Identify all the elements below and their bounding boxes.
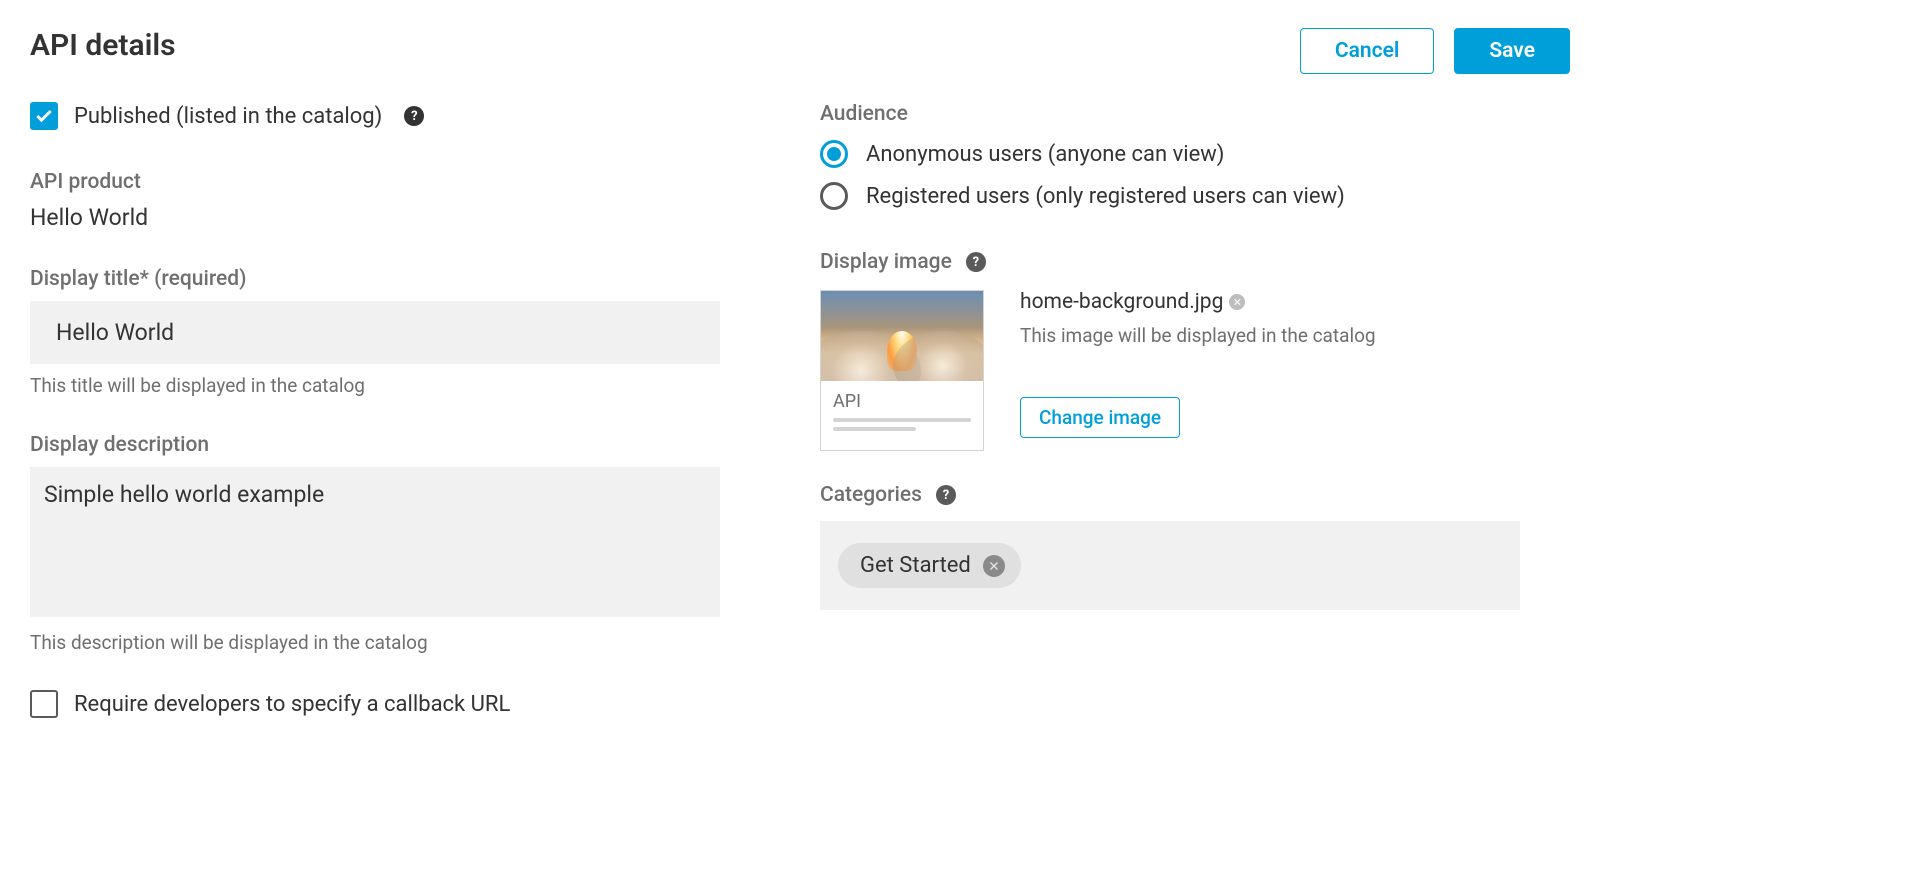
radio-icon <box>820 140 848 168</box>
categories-input[interactable]: Get Started <box>820 521 1520 610</box>
callback-checkbox[interactable] <box>30 690 58 718</box>
category-chip: Get Started <box>838 543 1021 588</box>
display-title-hint: This title will be displayed in the cata… <box>30 374 720 397</box>
display-description-hint: This description will be displayed in th… <box>30 631 720 654</box>
display-title-input[interactable] <box>30 301 720 364</box>
remove-image-icon[interactable]: ✕ <box>1229 294 1245 310</box>
audience-option-label: Registered users (only registered users … <box>866 184 1345 209</box>
audience-option-anonymous[interactable]: Anonymous users (anyone can view) <box>820 140 1520 168</box>
help-icon[interactable]: ? <box>936 485 956 505</box>
chip-label: Get Started <box>860 553 971 578</box>
page-title: API details <box>30 28 176 63</box>
help-icon[interactable]: ? <box>966 252 986 272</box>
display-image-card: API <box>820 290 984 451</box>
help-icon[interactable]: ? <box>404 106 424 126</box>
image-filename: home-background.jpg <box>1020 290 1223 314</box>
chip-remove-icon[interactable] <box>983 555 1005 577</box>
published-checkbox[interactable] <box>30 102 58 130</box>
api-product-value: Hello World <box>30 204 720 231</box>
api-product-label: API product <box>30 170 720 194</box>
callback-label: Require developers to specify a callback… <box>74 692 510 717</box>
image-preview <box>821 291 983 381</box>
image-hint: This image will be displayed in the cata… <box>1020 324 1376 347</box>
radio-icon <box>820 182 848 210</box>
published-label: Published (listed in the catalog) <box>74 104 382 129</box>
display-title-label: Display title* (required) <box>30 267 720 291</box>
categories-label: Categories <box>820 483 922 507</box>
image-card-label: API <box>833 391 971 412</box>
display-image-label: Display image <box>820 250 952 274</box>
display-description-input[interactable] <box>30 467 720 617</box>
audience-label: Audience <box>820 102 1520 126</box>
check-icon <box>34 106 54 126</box>
cancel-button[interactable]: Cancel <box>1300 28 1434 74</box>
display-description-label: Display description <box>30 433 720 457</box>
audience-option-label: Anonymous users (anyone can view) <box>866 142 1224 167</box>
audience-option-registered[interactable]: Registered users (only registered users … <box>820 182 1520 210</box>
save-button[interactable]: Save <box>1454 28 1570 74</box>
change-image-button[interactable]: Change image <box>1020 397 1180 438</box>
